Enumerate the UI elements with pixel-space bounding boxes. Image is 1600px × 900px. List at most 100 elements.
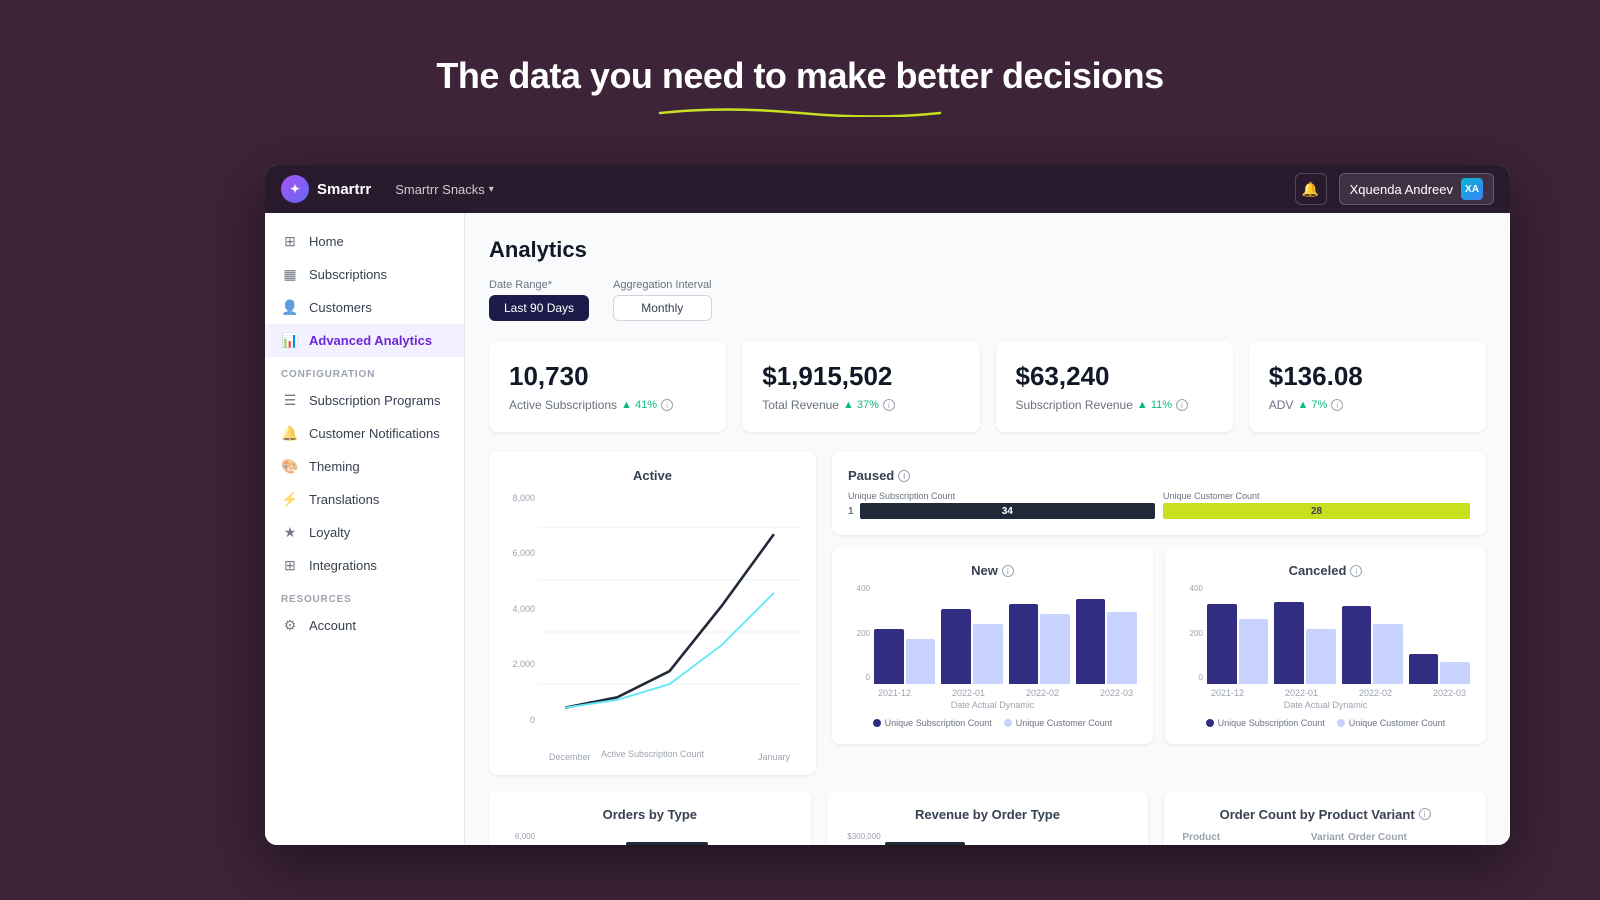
up-arrow-sub-revenue: ▲ 11% <box>1137 399 1172 411</box>
translations-icon: ⚡ <box>281 491 299 508</box>
new-cancelled-row: New i 4002000 <box>832 547 1486 744</box>
sidebar-item-integrations[interactable]: ⊞ Integrations <box>265 549 464 582</box>
new-bar-light-4 <box>1107 612 1137 684</box>
new-x-title: Date Actual Dynamic <box>848 700 1137 710</box>
active-chart-title: Active <box>505 468 800 483</box>
new-bar-group-2 <box>941 609 1002 684</box>
sub-label: Unique Subscription Count <box>885 718 992 728</box>
sidebar-item-loyalty[interactable]: ★ Loyalty <box>265 516 464 549</box>
sidebar-item-customer-notifications[interactable]: 🔔 Customer Notifications <box>265 417 464 450</box>
subscription-programs-icon: ☰ <box>281 392 299 409</box>
agg-label: Aggregation Interval <box>613 279 711 291</box>
sidebar-item-theming[interactable]: 🎨 Theming <box>265 450 464 483</box>
rbot-y-labels: $300,000 <box>843 832 881 845</box>
user-badge[interactable]: Xquenda Andreev XA <box>1339 173 1494 205</box>
sidebar-label-integrations: Integrations <box>309 558 377 573</box>
order-count-info: i <box>1419 808 1431 820</box>
revenue-by-order-card: Revenue by Order Type $300,000 <box>827 791 1149 845</box>
sub-dot <box>873 719 881 727</box>
stat-card-active-subs: 10,730 Active Subscriptions ▲ 41% i <box>489 341 726 432</box>
user-initials: XA <box>1465 184 1479 195</box>
sidebar-item-subscription-programs[interactable]: ☰ Subscription Programs <box>265 384 464 417</box>
cancelled-bars <box>1207 584 1470 684</box>
order-count-variant-card: Order Count by Product Variant i Product… <box>1164 791 1486 845</box>
active-chart-card: Active 8,000 6,000 4,000 2,000 0 <box>489 452 816 775</box>
cancelled-bar-dark-3 <box>1342 606 1372 684</box>
paused-title: Paused <box>848 468 894 483</box>
stat-card-adv: $136.08 ADV ▲ 7% i <box>1249 341 1486 432</box>
active-chart-svg <box>539 493 800 745</box>
stat-card-sub-revenue: $63,240 Subscription Revenue ▲ 11% i <box>996 341 1233 432</box>
chevron-down-icon: ▾ <box>489 184 494 195</box>
resources-section-label: Resources <box>265 582 464 609</box>
new-y-labels: 4002000 <box>848 584 870 698</box>
stat-meta-adv: ADV ▲ 7% i <box>1269 398 1466 412</box>
info-icon-adv: i <box>1331 399 1343 411</box>
customer-notifications-icon: 🔔 <box>281 425 299 442</box>
store-selector[interactable]: Smartrr Snacks ▾ <box>387 178 502 201</box>
paused-header: Paused i <box>848 468 1470 483</box>
y-2000: 2,000 <box>505 659 535 669</box>
filter-row: Date Range* Last 90 Days Aggregation Int… <box>489 279 1486 321</box>
stat-value-total-revenue: $1,915,502 <box>762 361 959 392</box>
c-cust-label: Unique Customer Count <box>1349 718 1446 728</box>
sidebar-item-subscriptions[interactable]: ▦ Subscriptions <box>265 258 464 291</box>
hero-underline <box>655 103 945 117</box>
sidebar-item-account[interactable]: ⚙ Account <box>265 609 464 642</box>
cancelled-legend-cust: Unique Customer Count <box>1337 718 1446 728</box>
underline-svg <box>655 103 945 117</box>
new-bar-dark-4 <box>1076 599 1106 684</box>
date-filter-group: Date Range* Last 90 Days <box>489 279 589 321</box>
right-charts: Paused i Unique Subscription Count 1 34 <box>832 452 1486 775</box>
orders-by-type-chart: 6,000 <box>505 832 795 845</box>
cancelled-x-axis: 2021-122022-012022-022022-03 <box>1207 688 1470 698</box>
orders-by-type-card: Orders by Type 6,000 <box>489 791 811 845</box>
obt-bars <box>539 832 795 845</box>
cancelled-chart-title-row: Canceled i <box>1181 563 1470 578</box>
c-sub-dot <box>1206 719 1214 727</box>
main-layout: ⊞ Home ▦ Subscriptions 👤 Customers 📊 Adv… <box>265 213 1510 845</box>
account-icon: ⚙ <box>281 617 299 634</box>
hero-title: The data you need to make better decisio… <box>0 55 1600 97</box>
agg-filter-button[interactable]: Monthly <box>613 295 711 321</box>
date-filter-button[interactable]: Last 90 Days <box>489 295 589 321</box>
stats-grid: 10,730 Active Subscriptions ▲ 41% i $1,9… <box>489 341 1486 432</box>
order-count-title-row: Order Count by Product Variant i <box>1180 807 1470 822</box>
sidebar-item-customers[interactable]: 👤 Customers <box>265 291 464 324</box>
new-bar-dark-2 <box>941 609 971 684</box>
col-product: Product <box>1182 832 1309 845</box>
cust-label: Unique Customer Count <box>1016 718 1113 728</box>
sidebar-item-advanced-analytics[interactable]: 📊 Advanced Analytics <box>265 324 464 357</box>
new-chart-card: New i 4002000 <box>832 547 1153 744</box>
sidebar-item-translations[interactable]: ⚡ Translations <box>265 483 464 516</box>
stat-meta-total-revenue: Total Revenue ▲ 37% i <box>762 398 959 412</box>
app-window: ✦ Smartrr Smartrr Snacks ▾ 🔔 Xquenda And… <box>265 165 1510 845</box>
cancelled-bar-group-2 <box>1274 602 1335 684</box>
cancelled-chart-title: Canceled <box>1289 563 1347 578</box>
sidebar: ⊞ Home ▦ Subscriptions 👤 Customers 📊 Adv… <box>265 213 465 845</box>
y-4000: 4,000 <box>505 604 535 614</box>
sidebar-label-account: Account <box>309 618 356 633</box>
paused-cust-count: Unique Customer Count 28 <box>1163 491 1470 519</box>
charts-row-1: Active 8,000 6,000 4,000 2,000 0 <box>489 452 1486 775</box>
page-title: Analytics <box>489 237 1486 263</box>
cancelled-legend: Unique Subscription Count Unique Custome… <box>1181 718 1470 728</box>
sidebar-item-home[interactable]: ⊞ Home <box>265 225 464 258</box>
x-december: December <box>549 752 591 762</box>
new-chart-body: 4002000 <box>848 584 1137 698</box>
new-bar-group-3 <box>1009 604 1070 684</box>
new-info-icon: i <box>1002 565 1014 577</box>
cancelled-chart-card: Canceled i 4002000 <box>1165 547 1486 744</box>
stat-card-total-revenue: $1,915,502 Total Revenue ▲ 37% i <box>742 341 979 432</box>
cancelled-legend-sub: Unique Subscription Count <box>1206 718 1325 728</box>
customers-icon: 👤 <box>281 299 299 316</box>
paused-cust-bar-row: 28 <box>1163 503 1470 519</box>
hero-section: The data you need to make better decisio… <box>0 0 1600 117</box>
new-bar-light-3 <box>1040 614 1070 684</box>
bell-button[interactable]: 🔔 <box>1295 173 1327 205</box>
stat-value-active-subs: 10,730 <box>509 361 706 392</box>
topbar: ✦ Smartrr Smartrr Snacks ▾ 🔔 Xquenda And… <box>265 165 1510 213</box>
active-x-axis: December January <box>539 752 800 762</box>
cancelled-bar-light-1 <box>1239 619 1269 684</box>
sidebar-label-subscription-programs: Subscription Programs <box>309 393 441 408</box>
